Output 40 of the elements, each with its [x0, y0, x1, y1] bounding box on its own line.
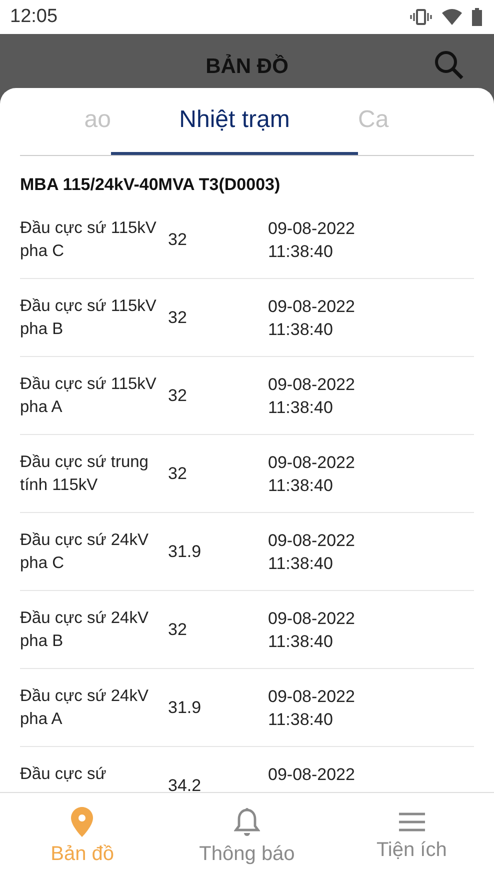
sensor-name: Đầu cực sứ 115kV pha B	[20, 296, 158, 340]
sensor-name: Đầu cực sứ 24kV pha B	[20, 608, 150, 652]
sensor-name: Đầu cực sứ	[20, 764, 108, 784]
sensor-name: Đầu cực sứ 115kV pha C	[20, 218, 158, 262]
temperature-value: 32	[168, 307, 188, 329]
temperature-value: 32	[168, 385, 188, 407]
temperature-value: 32	[168, 463, 188, 485]
wifi-icon	[442, 9, 462, 25]
nav-item[interactable]: Tiện ích	[329, 793, 494, 879]
reading-timestamp: 09-08-2022 11:38:40	[268, 686, 356, 730]
temperature-value: 32	[168, 619, 188, 641]
reading-timestamp: 09-08-2022 11:38:40	[268, 608, 356, 652]
device-title: MBA 115/24kV-40MVA T3(D0003)	[19, 174, 282, 196]
temperature-value: 31.9	[168, 541, 202, 563]
temperature-value: 31.9	[168, 697, 202, 719]
menu-icon	[398, 810, 426, 832]
sensor-name: Đầu cực sứ 24kV pha C	[20, 530, 150, 574]
tab[interactable]: ao	[20, 88, 111, 155]
map-pin-icon	[71, 806, 94, 836]
nav-item[interactable]: Bản đồ	[0, 793, 165, 879]
reading-timestamp: 09-08-2022 11:38:40	[268, 374, 356, 418]
temperature-value: 32	[168, 229, 188, 251]
reading-timestamp: 09-08-2022 11:38:40	[268, 530, 356, 574]
reading-timestamp: 09-08-2022 11:38:40	[268, 218, 356, 262]
sensor-name: Đầu cực sứ 24kV pha A	[20, 686, 150, 730]
reading-timestamp: 09-08-2022 11:38:40	[268, 296, 356, 340]
bell-icon	[234, 806, 260, 836]
search-button[interactable]	[434, 50, 464, 80]
battery-icon	[472, 8, 482, 26]
header-title: BẢN ĐỒ	[206, 55, 288, 79]
tab[interactable]: Ca	[358, 88, 474, 155]
sensor-name: Đầu cực sứ 115kV pha A	[20, 374, 158, 418]
vibrate-icon	[410, 9, 432, 25]
sensor-name: Đầu cực sứ trung tính 115kV	[20, 452, 150, 496]
tab[interactable]: Nhiệt trạm	[111, 88, 358, 155]
reading-timestamp: 09-08-2022 11:38:40	[268, 452, 356, 496]
reading-timestamp: 09-08-2022	[268, 764, 356, 786]
nav-item[interactable]: Thông báo	[164, 793, 330, 879]
status-time: 12:05	[10, 6, 58, 28]
temperature-value: 34.2	[168, 775, 202, 792]
